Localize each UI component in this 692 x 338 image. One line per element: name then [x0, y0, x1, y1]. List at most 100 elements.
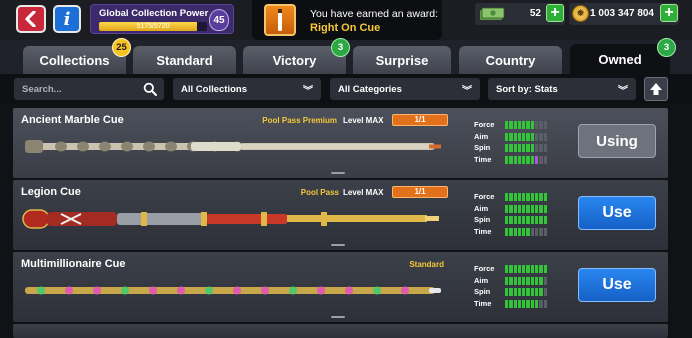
stat-row: Force: [474, 192, 574, 202]
stat-segment: [505, 144, 509, 152]
stat-segment: [513, 132, 517, 141]
stat-segment: [522, 299, 526, 308]
stat-segment: [505, 216, 509, 224]
stat-segment: [509, 155, 513, 164]
award-notification[interactable]: You have earned an award: Right On Cue: [252, 0, 442, 40]
stat-segment: [509, 144, 513, 152]
stat-segment: [530, 204, 535, 213]
cue-stats: Force Aim Spin Time: [474, 264, 574, 314]
tab-label: Standard: [156, 52, 213, 68]
stat-segment: [535, 155, 539, 164]
stat-segment: [517, 144, 522, 152]
cue-row[interactable]: Multimillionaire Cue Standard Force Aim Spin…: [13, 252, 668, 322]
row-divider-handle: [331, 244, 345, 246]
cue-progress-badge: 1/1: [392, 114, 448, 126]
stat-segment: [530, 276, 535, 285]
stat-segment: [543, 276, 547, 285]
tab-badge: 3: [657, 38, 676, 57]
stat-segment: [526, 155, 530, 164]
tab-standard[interactable]: Standard: [133, 46, 236, 74]
sort-dropdown[interactable]: Sort by: Stats ︾: [488, 78, 636, 100]
cue-name: Legion Cue: [21, 186, 81, 198]
stat-segment: [539, 227, 543, 236]
stat-segment: [526, 121, 530, 129]
stat-segment: [530, 299, 535, 308]
cue-row[interactable]: Legion Cue Pool Pass Level MAX 1/1 Force Aim S…: [13, 180, 668, 250]
stat-segment: [539, 204, 543, 213]
tab-collections[interactable]: Collections: [23, 46, 126, 74]
cue-row[interactable]: Ancient Marble Cue Pool Pass Premium Level…: [13, 108, 668, 178]
stat-row: Force: [474, 120, 574, 130]
stat-segment: [513, 299, 517, 308]
stat-label: Time: [474, 226, 492, 236]
use-button[interactable]: Use: [578, 268, 656, 302]
cue-progress-badge: 1/1: [392, 186, 448, 198]
cue-stats: Force Aim Spin Time: [474, 120, 574, 170]
stat-row: Time: [474, 299, 574, 309]
stat-segment: [517, 265, 522, 273]
stat-segment: [509, 276, 513, 285]
tab-surprise[interactable]: Surprise: [353, 46, 451, 74]
stat-segment: [530, 227, 535, 236]
stat-segment: [505, 193, 509, 201]
stat-segment: [543, 193, 547, 201]
collections-dropdown[interactable]: All Collections ︾: [173, 78, 321, 100]
tab-country[interactable]: Country: [459, 46, 562, 74]
cash-balance: 52 +: [475, 3, 565, 25]
stat-segment: [539, 299, 543, 308]
back-button[interactable]: [16, 5, 46, 33]
collection-power-panel[interactable]: Global Collection Power 5175/5720 45: [90, 4, 234, 34]
stat-segment: [505, 288, 509, 296]
stat-segment: [509, 227, 513, 236]
coin-balance: ✹ 1 003 347 804 +: [569, 3, 679, 25]
stat-segment: [530, 265, 535, 273]
stat-segment: [517, 276, 522, 285]
stat-segment: [535, 193, 539, 201]
add-cash-button[interactable]: +: [546, 4, 564, 22]
collection-power-level-badge: 45: [209, 9, 229, 31]
stat-segment: [535, 216, 539, 224]
stat-bar: [505, 276, 547, 285]
stat-segment: [513, 265, 517, 273]
stat-bar: [505, 132, 547, 141]
stat-segment: [526, 265, 530, 273]
stat-label: Time: [474, 298, 492, 308]
search-input[interactable]: Search...: [14, 78, 164, 100]
stat-segment: [539, 193, 543, 201]
cue-list[interactable]: Ancient Marble Cue Pool Pass Premium Level…: [0, 104, 692, 338]
info-button[interactable]: i: [53, 5, 81, 33]
categories-dropdown-value: All Categories: [338, 83, 402, 95]
stat-segment: [526, 299, 530, 308]
stat-segment: [505, 299, 509, 308]
categories-dropdown[interactable]: All Categories ︾: [330, 78, 480, 100]
stat-segment: [543, 216, 547, 224]
stat-row: Spin: [474, 143, 574, 153]
tab-owned[interactable]: Owned: [570, 44, 670, 74]
cue-row-partial[interactable]: [13, 324, 668, 338]
stat-bar: [505, 155, 547, 164]
stat-segment: [509, 299, 513, 308]
use-button[interactable]: Use: [578, 196, 656, 230]
stat-segment: [505, 121, 509, 129]
stat-segment: [517, 227, 522, 236]
stat-segment: [509, 132, 513, 141]
stat-segment: [539, 121, 543, 129]
chevron-down-icon: ︾: [618, 86, 628, 97]
stat-segment: [517, 299, 522, 308]
sort-direction-button[interactable]: [644, 77, 668, 101]
using-button[interactable]: Using: [578, 124, 656, 158]
coin-icon: ✹: [572, 5, 589, 22]
cue-category-tag: Standard: [409, 260, 444, 269]
tab-label: Country: [485, 52, 536, 68]
stat-segment: [539, 288, 543, 296]
stat-segment: [513, 227, 517, 236]
stat-segment: [539, 132, 543, 141]
stat-segment: [505, 155, 509, 164]
arrow-up-icon: [650, 83, 662, 95]
filter-bar: Search... All Collections ︾ All Categori…: [0, 74, 692, 104]
stat-segment: [543, 227, 547, 236]
add-coins-button[interactable]: +: [660, 4, 678, 22]
stat-row: Time: [474, 155, 574, 165]
stat-segment: [513, 216, 517, 224]
stat-segment: [522, 204, 526, 213]
